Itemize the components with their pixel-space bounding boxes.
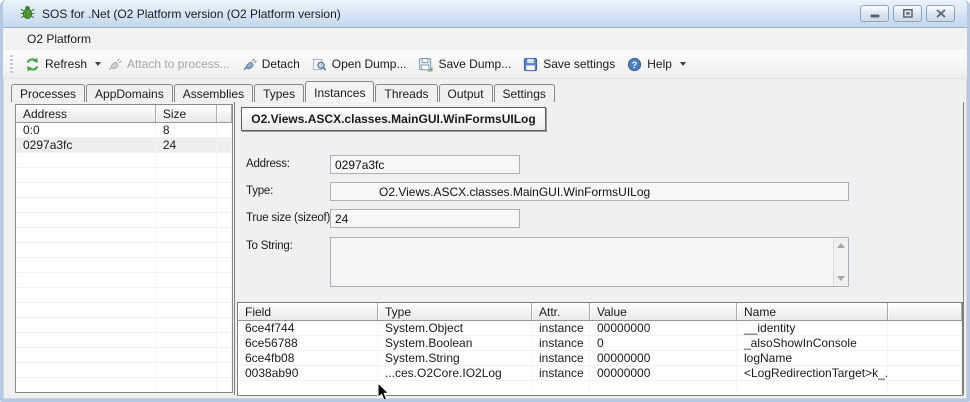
empty-row: [16, 198, 232, 213]
menu-item-o2-platform[interactable]: O2 Platform: [21, 30, 97, 48]
save-dump-button[interactable]: Save Dump...: [412, 54, 517, 75]
tab-threads[interactable]: Threads: [375, 84, 438, 102]
field-row[interactable]: 6ce4f744 System.Object instance 00000000…: [238, 321, 962, 336]
save-dump-icon: [418, 57, 434, 72]
type-field[interactable]: [330, 182, 849, 201]
tabstrip: Processes AppDomains Assemblies Types In…: [11, 81, 556, 102]
save-settings-button[interactable]: Save settings: [517, 54, 621, 75]
true-size-field[interactable]: [330, 209, 520, 228]
open-dump-button[interactable]: Open Dump...: [306, 54, 413, 75]
address-field[interactable]: [330, 155, 520, 174]
restore-icon: [902, 9, 913, 18]
tab-types[interactable]: Types: [254, 84, 305, 102]
fields-table: Field Type Attr. Value Name 6ce4f744 Sys…: [237, 302, 963, 396]
minimize-icon: [870, 14, 879, 18]
column-header-type[interactable]: Type: [378, 303, 532, 320]
empty-row: [16, 243, 232, 258]
refresh-icon: [25, 57, 40, 72]
empty-row: [16, 333, 232, 348]
column-header-address[interactable]: Address: [16, 105, 156, 122]
tab-assemblies[interactable]: Assemblies: [173, 84, 254, 102]
instance-details-panel: O2.Views.ASCX.classes.MainGUI.WinFormsUI…: [234, 102, 964, 396]
column-header-attr[interactable]: Attr.: [532, 303, 590, 320]
column-header-field[interactable]: Field: [238, 303, 378, 320]
to-string-scrollbar[interactable]: [833, 238, 848, 286]
restore-button[interactable]: [893, 5, 922, 22]
field-row[interactable]: 0038ab90 ...ces.O2Core.IO2Log instance 0…: [238, 366, 962, 381]
type-label: Type:: [246, 185, 274, 197]
instance-row-selected[interactable]: 0297a3fc 24: [16, 138, 232, 153]
to-string-label: To String:: [246, 240, 293, 252]
tab-instances[interactable]: Instances: [305, 81, 375, 102]
scroll-up-icon[interactable]: [837, 243, 845, 248]
titlebar: SOS for .Net (O2 Platform version (O2 Pl…: [3, 0, 967, 28]
column-header-empty: [217, 105, 232, 122]
mouse-cursor: [377, 381, 390, 399]
instances-list-header: Address Size: [16, 105, 232, 123]
menubar: O2 Platform: [3, 28, 967, 50]
help-dropdown-icon[interactable]: [679, 62, 686, 66]
column-header-empty: [888, 303, 962, 320]
help-button[interactable]: ? Help: [621, 54, 678, 75]
save-settings-icon: [523, 57, 538, 72]
close-button[interactable]: [926, 5, 955, 22]
attach-plug-icon: [107, 57, 122, 72]
instance-type-button[interactable]: O2.Views.ASCX.classes.MainGUI.WinFormsUI…: [241, 107, 546, 131]
column-header-size[interactable]: Size: [156, 105, 217, 122]
empty-row: [16, 363, 232, 378]
close-icon: [935, 9, 946, 18]
toolbar-grip[interactable]: [10, 55, 13, 73]
empty-row: [16, 288, 232, 303]
detach-plug-icon: [242, 57, 257, 72]
tab-output[interactable]: Output: [438, 84, 493, 102]
empty-row: [16, 183, 232, 198]
true-size-label: True size (sizeof):: [246, 212, 334, 224]
tab-processes[interactable]: Processes: [11, 84, 86, 102]
field-row[interactable]: 6ce56788 System.Boolean instance 0 _also…: [238, 336, 962, 351]
empty-row: [16, 303, 232, 318]
empty-row: [16, 213, 232, 228]
empty-row: [16, 153, 232, 168]
attach-to-process-button: Attach to process...: [101, 54, 236, 75]
instances-tab-page: Address Size 0:0 8 0297a3fc 24 O2.Views.…: [6, 102, 964, 396]
empty-row: [16, 228, 232, 243]
tab-settings[interactable]: Settings: [493, 84, 555, 102]
detach-button[interactable]: Detach: [236, 54, 306, 75]
instances-list: Address Size 0:0 8 0297a3fc 24: [15, 104, 233, 393]
instance-row[interactable]: 0:0 8: [16, 123, 232, 138]
tab-appdomains[interactable]: AppDomains: [86, 84, 173, 102]
refresh-button[interactable]: Refresh: [19, 54, 93, 75]
column-header-value[interactable]: Value: [590, 303, 737, 320]
field-row[interactable]: 6ce4fb08 System.String instance 00000000…: [238, 351, 962, 366]
empty-row: [238, 381, 962, 395]
toolbar: Refresh Attach to process... Detach Open…: [3, 50, 967, 79]
window-title: SOS for .Net (O2 Platform version (O2 Pl…: [42, 6, 341, 21]
to-string-field[interactable]: [330, 237, 849, 287]
column-header-name[interactable]: Name: [737, 303, 888, 320]
empty-row: [16, 348, 232, 363]
fields-table-header: Field Type Attr. Value Name: [238, 303, 962, 321]
empty-row: [16, 168, 232, 183]
help-icon: ?: [627, 57, 642, 72]
window-controls: [860, 5, 955, 22]
empty-row: [16, 258, 232, 273]
address-label: Address:: [246, 158, 290, 170]
app-window: SOS for .Net (O2 Platform version (O2 Pl…: [0, 0, 970, 402]
empty-row: [16, 318, 232, 333]
scroll-down-icon[interactable]: [837, 276, 845, 281]
empty-row: [16, 273, 232, 288]
empty-row: [16, 378, 232, 392]
svg-text:?: ?: [632, 59, 637, 69]
minimize-button[interactable]: [860, 5, 889, 22]
open-dump-icon: [312, 57, 327, 72]
bug-icon: [20, 5, 35, 23]
